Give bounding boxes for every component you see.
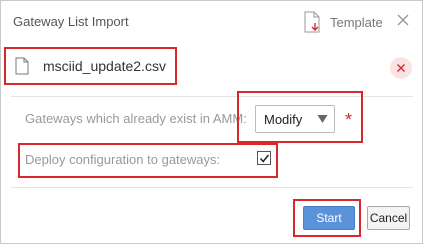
chevron-down-icon — [317, 115, 328, 123]
template-label: Template — [330, 14, 383, 30]
divider — [11, 187, 413, 188]
template-button[interactable]: Template — [304, 10, 383, 34]
gateway-import-dialog: Gateway List Import Template msciid_upda… — [0, 0, 423, 244]
cancel-button[interactable]: Cancel — [367, 206, 410, 230]
existing-gateways-select[interactable]: Modify — [255, 105, 335, 133]
checkmark-icon — [259, 154, 270, 163]
selected-file-highlight: msciid_update2.csv — [4, 47, 177, 85]
selected-file-row: msciid_update2.csv — [1, 45, 422, 91]
remove-icon — [397, 64, 405, 72]
remove-file-button[interactable] — [390, 57, 412, 79]
file-name: msciid_update2.csv — [43, 58, 166, 74]
deploy-label: Deploy configuration to gateways: — [25, 152, 221, 167]
close-icon[interactable] — [396, 13, 410, 27]
dialog-title: Gateway List Import — [13, 14, 129, 29]
select-value: Modify — [264, 112, 303, 127]
deploy-checkbox[interactable] — [257, 151, 271, 165]
existing-gateways-label: Gateways which already exist in AMM: — [25, 111, 247, 126]
start-button[interactable]: Start — [303, 206, 355, 230]
file-download-icon — [304, 11, 320, 33]
file-icon — [15, 57, 29, 75]
required-marker: * — [345, 110, 353, 130]
dialog-titlebar: Gateway List Import Template — [1, 1, 422, 41]
